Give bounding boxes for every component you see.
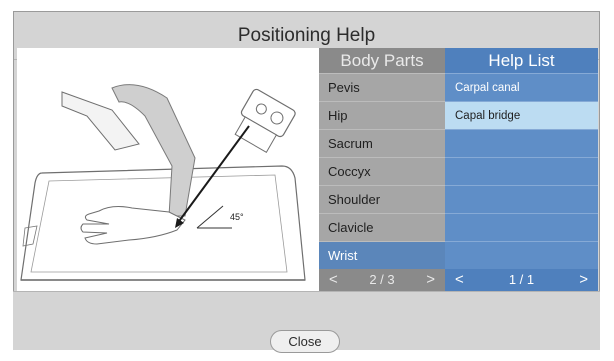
help-list-panel: Help List Carpal canal Capal bridge < 1 … xyxy=(445,48,598,291)
help-empty-row xyxy=(445,213,598,241)
body-parts-page-indicator: 2 / 3 xyxy=(369,272,395,287)
help-empty-row xyxy=(445,157,598,185)
positioning-illustration: 45° xyxy=(17,48,319,291)
body-part-item-pevis[interactable]: Pevis xyxy=(319,73,445,101)
help-list-pager: < 1 / 1 > xyxy=(445,269,598,291)
next-page-arrow-icon[interactable]: > xyxy=(426,269,435,291)
prev-page-arrow-icon[interactable]: < xyxy=(329,269,338,291)
angle-label: 45° xyxy=(230,212,244,222)
body-parts-header: Body Parts xyxy=(319,48,445,73)
help-empty-row xyxy=(445,241,598,269)
help-list-page-indicator: 1 / 1 xyxy=(508,272,535,287)
body-parts-pager: < 2 / 3 > xyxy=(319,269,445,291)
next-page-arrow-icon[interactable]: > xyxy=(579,269,588,291)
help-item-carpal-canal[interactable]: Carpal canal xyxy=(445,73,598,101)
body-parts-panel: Body Parts Pevis Hip Sacrum Coccyx Shoul… xyxy=(319,48,445,291)
prev-page-arrow-icon[interactable]: < xyxy=(455,269,464,291)
body-part-item-sacrum[interactable]: Sacrum xyxy=(319,129,445,157)
body-part-item-coccyx[interactable]: Coccyx xyxy=(319,157,445,185)
body-part-item-hip[interactable]: Hip xyxy=(319,101,445,129)
wrist-positioning-drawing: 45° xyxy=(20,84,306,281)
help-item-capal-bridge[interactable]: Capal bridge xyxy=(445,101,598,129)
help-empty-row xyxy=(445,129,598,157)
body-part-item-clavicle[interactable]: Clavicle xyxy=(319,213,445,241)
body-part-item-wrist[interactable]: Wrist xyxy=(319,241,445,269)
help-list-header: Help List xyxy=(445,48,598,73)
close-button[interactable]: Close xyxy=(270,330,340,353)
body-part-item-shoulder[interactable]: Shoulder xyxy=(319,185,445,213)
help-empty-row xyxy=(445,185,598,213)
